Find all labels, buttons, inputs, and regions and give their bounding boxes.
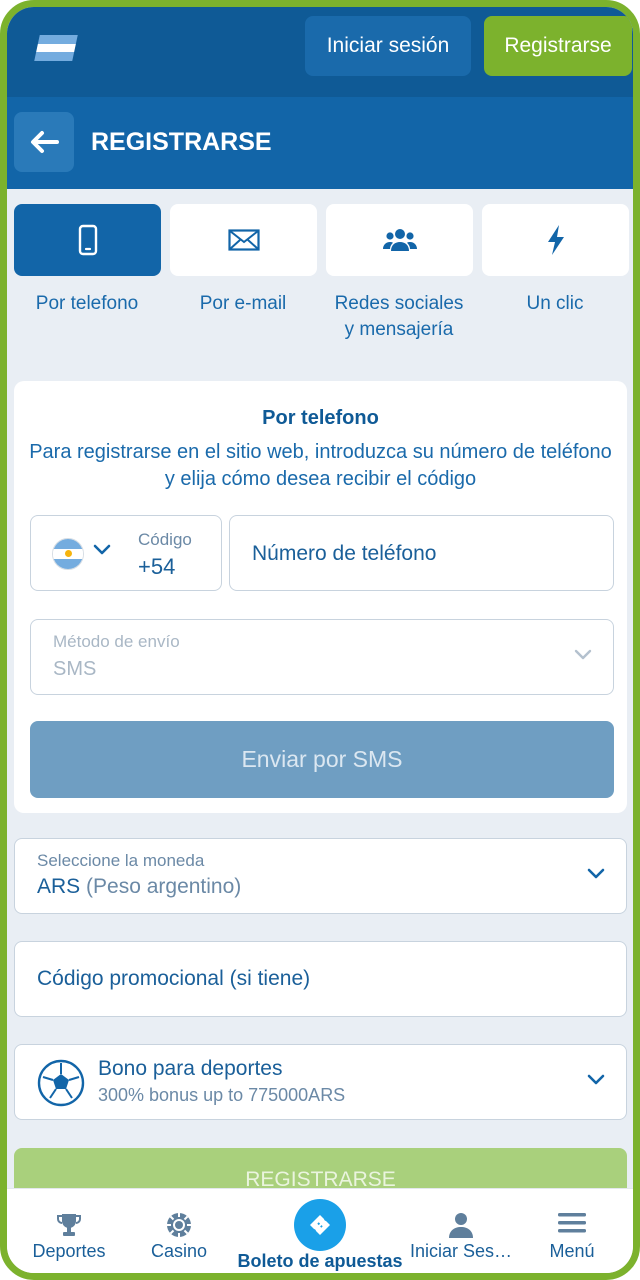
- code-value: +54: [138, 554, 176, 579]
- login-button[interactable]: Iniciar sesión: [305, 16, 471, 76]
- chevron-down-icon: [93, 544, 111, 555]
- betslip-circle: [294, 1199, 346, 1251]
- currency-name: (Peso argentino): [86, 875, 242, 898]
- currency-label: Seleccione la moneda: [37, 851, 205, 870]
- page-title: REGISTRARSE: [91, 128, 272, 156]
- promo-code-input[interactable]: Código promocional (si tiene): [14, 941, 627, 1017]
- tab-social[interactable]: [326, 204, 473, 276]
- top-header: Iniciar sesión Registrarse: [7, 7, 633, 97]
- nav-menu-label: Menú: [549, 1241, 595, 1261]
- trophy-icon: [57, 1214, 81, 1236]
- argentina-flag-icon: [52, 538, 84, 570]
- country-code-select[interactable]: Código +54: [30, 515, 222, 591]
- bottom-nav: Deportes Casino Boleto de apuestas Inici…: [7, 1188, 633, 1273]
- currency-code: ARS: [37, 875, 81, 898]
- chevron-down-icon: [587, 868, 605, 879]
- tab-label-email[interactable]: Por e-mail: [163, 291, 323, 317]
- nav-betslip[interactable]: Boleto de apuestas: [235, 1189, 405, 1273]
- users-icon: [382, 229, 417, 251]
- code-label: Código: [138, 530, 192, 549]
- send-method-value: SMS: [53, 658, 97, 680]
- promo-placeholder: Código promocional (si tiene): [37, 967, 311, 990]
- phone-number-input[interactable]: Número de teléfono: [229, 515, 614, 591]
- casino-chip-icon: [167, 1213, 191, 1237]
- lightning-icon: [547, 225, 564, 255]
- tab-label-one-click[interactable]: Un clic: [475, 291, 633, 317]
- nav-casino-label: Casino: [150, 1241, 208, 1261]
- phone-placeholder: Número de teléfono: [252, 542, 437, 565]
- arrow-left-icon: [31, 131, 59, 153]
- send-sms-button[interactable]: Enviar por SMS: [30, 721, 614, 798]
- tab-label-phone[interactable]: Por telefono: [7, 291, 167, 317]
- hamburger-menu-icon: [558, 1213, 586, 1233]
- bonus-title: Bono para deportes: [98, 1057, 283, 1080]
- currency-value: ARS (Peso argentino): [37, 875, 241, 899]
- tab-phone[interactable]: [14, 204, 161, 276]
- nav-login-label: Iniciar Ses…: [409, 1241, 513, 1261]
- nav-sports[interactable]: Deportes: [15, 1189, 123, 1273]
- bonus-select[interactable]: Bono para deportes 300% bonus up to 7750…: [14, 1044, 627, 1120]
- bonus-subtitle: 300% bonus up to 775000ARS: [98, 1085, 346, 1105]
- ticket-icon: [310, 1215, 330, 1235]
- form-title: Por telefono: [262, 407, 379, 429]
- app-frame: Iniciar sesión Registrarse REGISTRARSE P…: [0, 0, 640, 1280]
- send-method-label: Método de envío: [53, 632, 180, 651]
- chevron-down-icon: [587, 1074, 605, 1085]
- nav-menu[interactable]: Menú: [519, 1189, 625, 1273]
- phone-icon: [78, 224, 97, 256]
- register-header-button[interactable]: Registrarse: [484, 16, 632, 76]
- tab-email[interactable]: [170, 204, 317, 276]
- nav-login[interactable]: Iniciar Ses…: [405, 1189, 517, 1273]
- nav-sports-label: Deportes: [32, 1241, 106, 1261]
- title-bar: REGISTRARSE: [7, 97, 633, 189]
- nav-betslip-label: Boleto de apuestas: [237, 1251, 403, 1271]
- tab-label-social-line1: Redes sociales: [334, 293, 464, 314]
- send-method-select[interactable]: Método de envío SMS: [30, 619, 614, 695]
- back-button[interactable]: [14, 112, 74, 172]
- argentina-flag-icon[interactable]: [34, 35, 78, 61]
- tab-label-social[interactable]: Redes sociales y mensajería: [319, 291, 479, 343]
- phone-form-card: Por telefono Para registrarse en el siti…: [14, 381, 627, 813]
- nav-casino[interactable]: Casino: [129, 1189, 229, 1273]
- chevron-down-icon: [574, 649, 592, 660]
- user-icon: [449, 1213, 473, 1238]
- envelope-icon: [227, 229, 260, 251]
- tab-one-click[interactable]: [482, 204, 629, 276]
- currency-select[interactable]: Seleccione la moneda ARS (Peso argentino…: [14, 838, 627, 914]
- form-description: Para registrarse en el sitio web, introd…: [29, 441, 612, 490]
- tab-label-social-line2: y mensajería: [344, 319, 454, 340]
- soccer-ball-icon: [37, 1059, 85, 1107]
